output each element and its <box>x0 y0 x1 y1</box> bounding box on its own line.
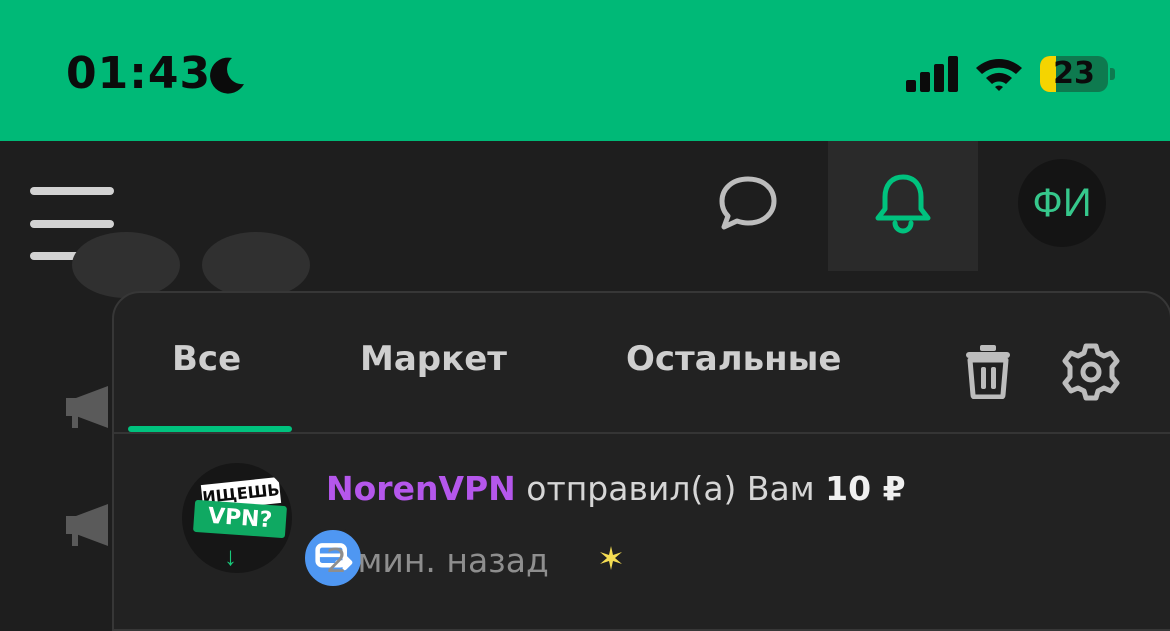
cellular-signal-icon <box>906 56 958 92</box>
notification-text: NorenVPN отправил(а) Вам 10 ₽ <box>326 469 906 508</box>
megaphone-icon <box>66 386 108 428</box>
tab-market[interactable]: Маркет <box>360 339 507 379</box>
tab-all[interactable]: Все <box>172 339 241 379</box>
moon-icon <box>210 57 244 94</box>
image-text-bottom: VPN? <box>192 499 288 539</box>
notifications-panel: Все Маркет Остальные ИЩЕШЬ VPN? ↓ NorenV… <box>112 291 1170 631</box>
bell-icon <box>875 174 931 234</box>
battery-level: 23 <box>1053 56 1095 91</box>
megaphone-icon <box>66 504 108 546</box>
background-blob <box>72 232 180 298</box>
status-time: 01:43 <box>66 48 212 99</box>
notification-time: 2 мин. назад <box>326 541 549 580</box>
chat-bubble-icon[interactable] <box>716 173 780 233</box>
battery-icon: 23 <box>1040 56 1116 92</box>
notification-sender[interactable]: NorenVPN <box>326 469 516 508</box>
tab-other[interactable]: Остальные <box>626 339 841 379</box>
hamburger-icon <box>30 187 114 195</box>
status-bar: 01:43 23 <box>0 0 1170 141</box>
hamburger-icon-line <box>30 220 114 228</box>
sparkle-icon <box>600 546 622 570</box>
battery-body: 23 <box>1040 56 1108 92</box>
gear-icon[interactable] <box>1060 343 1122 401</box>
tabs-divider <box>114 432 1170 434</box>
notification-message: отправил(а) Вам <box>526 469 815 508</box>
trash-icon[interactable] <box>964 343 1012 399</box>
notification-amount: 10 ₽ <box>825 469 906 508</box>
notification-item[interactable]: ИЩЕШЬ VPN? ↓ NorenVPN отправил(а) Вам 10… <box>174 463 1154 603</box>
battery-cap <box>1110 68 1115 80</box>
menu-button[interactable] <box>28 165 116 260</box>
notification-image: ИЩЕШЬ VPN? ↓ <box>182 463 292 573</box>
background-blob <box>202 232 310 298</box>
wifi-icon <box>976 59 1022 91</box>
notifications-button[interactable] <box>828 141 978 271</box>
arrow-down-icon: ↓ <box>224 541 237 571</box>
avatar[interactable]: ФИ <box>1018 159 1106 247</box>
